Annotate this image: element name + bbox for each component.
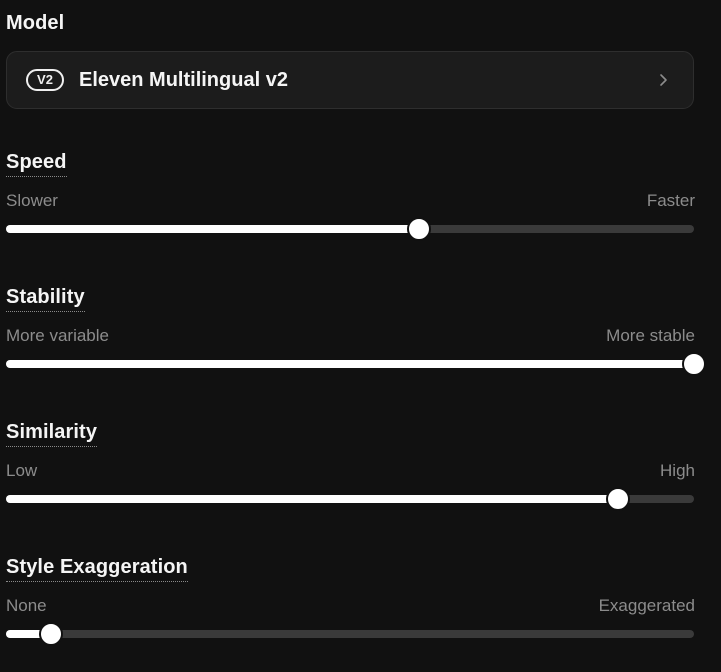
- similarity-slider-fill: [6, 495, 619, 503]
- speed-min-label: Slower: [6, 191, 58, 210]
- model-name: Eleven Multilingual v2: [79, 69, 288, 91]
- speed-title: Speed: [6, 150, 67, 177]
- style-exaggeration-slider[interactable]: [6, 622, 694, 646]
- model-version-badge: V2: [26, 69, 64, 91]
- speed-slider[interactable]: [6, 217, 694, 241]
- model-section-title: Model: [6, 12, 65, 34]
- stability-min-label: More variable: [6, 326, 109, 345]
- similarity-max-label: High: [660, 461, 695, 480]
- stability-slider-fill: [6, 360, 694, 368]
- similarity-slider-thumb[interactable]: [606, 487, 631, 511]
- style-exaggeration-slider-thumb[interactable]: [38, 622, 63, 646]
- chevron-right-icon: [660, 74, 667, 86]
- speed-max-label: Faster: [646, 191, 695, 210]
- speed-slider-thumb[interactable]: [406, 217, 431, 241]
- similarity-min-label: Low: [6, 461, 38, 480]
- stability-max-label: More stable: [606, 326, 695, 345]
- stability-slider[interactable]: [6, 352, 706, 376]
- style-exaggeration-max-label: Exaggerated: [598, 596, 695, 615]
- voice-settings-panel: Model V2 Eleven Multilingual v2 Speed Sl…: [0, 0, 721, 672]
- style-exaggeration-title: Style Exaggeration: [6, 555, 188, 582]
- similarity-title: Similarity: [6, 420, 98, 447]
- model-selector-button[interactable]: V2 Eleven Multilingual v2: [6, 51, 694, 109]
- style-exaggeration-min-label: None: [6, 596, 47, 615]
- stability-title: Stability: [6, 285, 85, 312]
- similarity-slider[interactable]: [6, 487, 694, 511]
- stability-slider-thumb[interactable]: [682, 352, 706, 376]
- speed-slider-fill: [6, 225, 419, 233]
